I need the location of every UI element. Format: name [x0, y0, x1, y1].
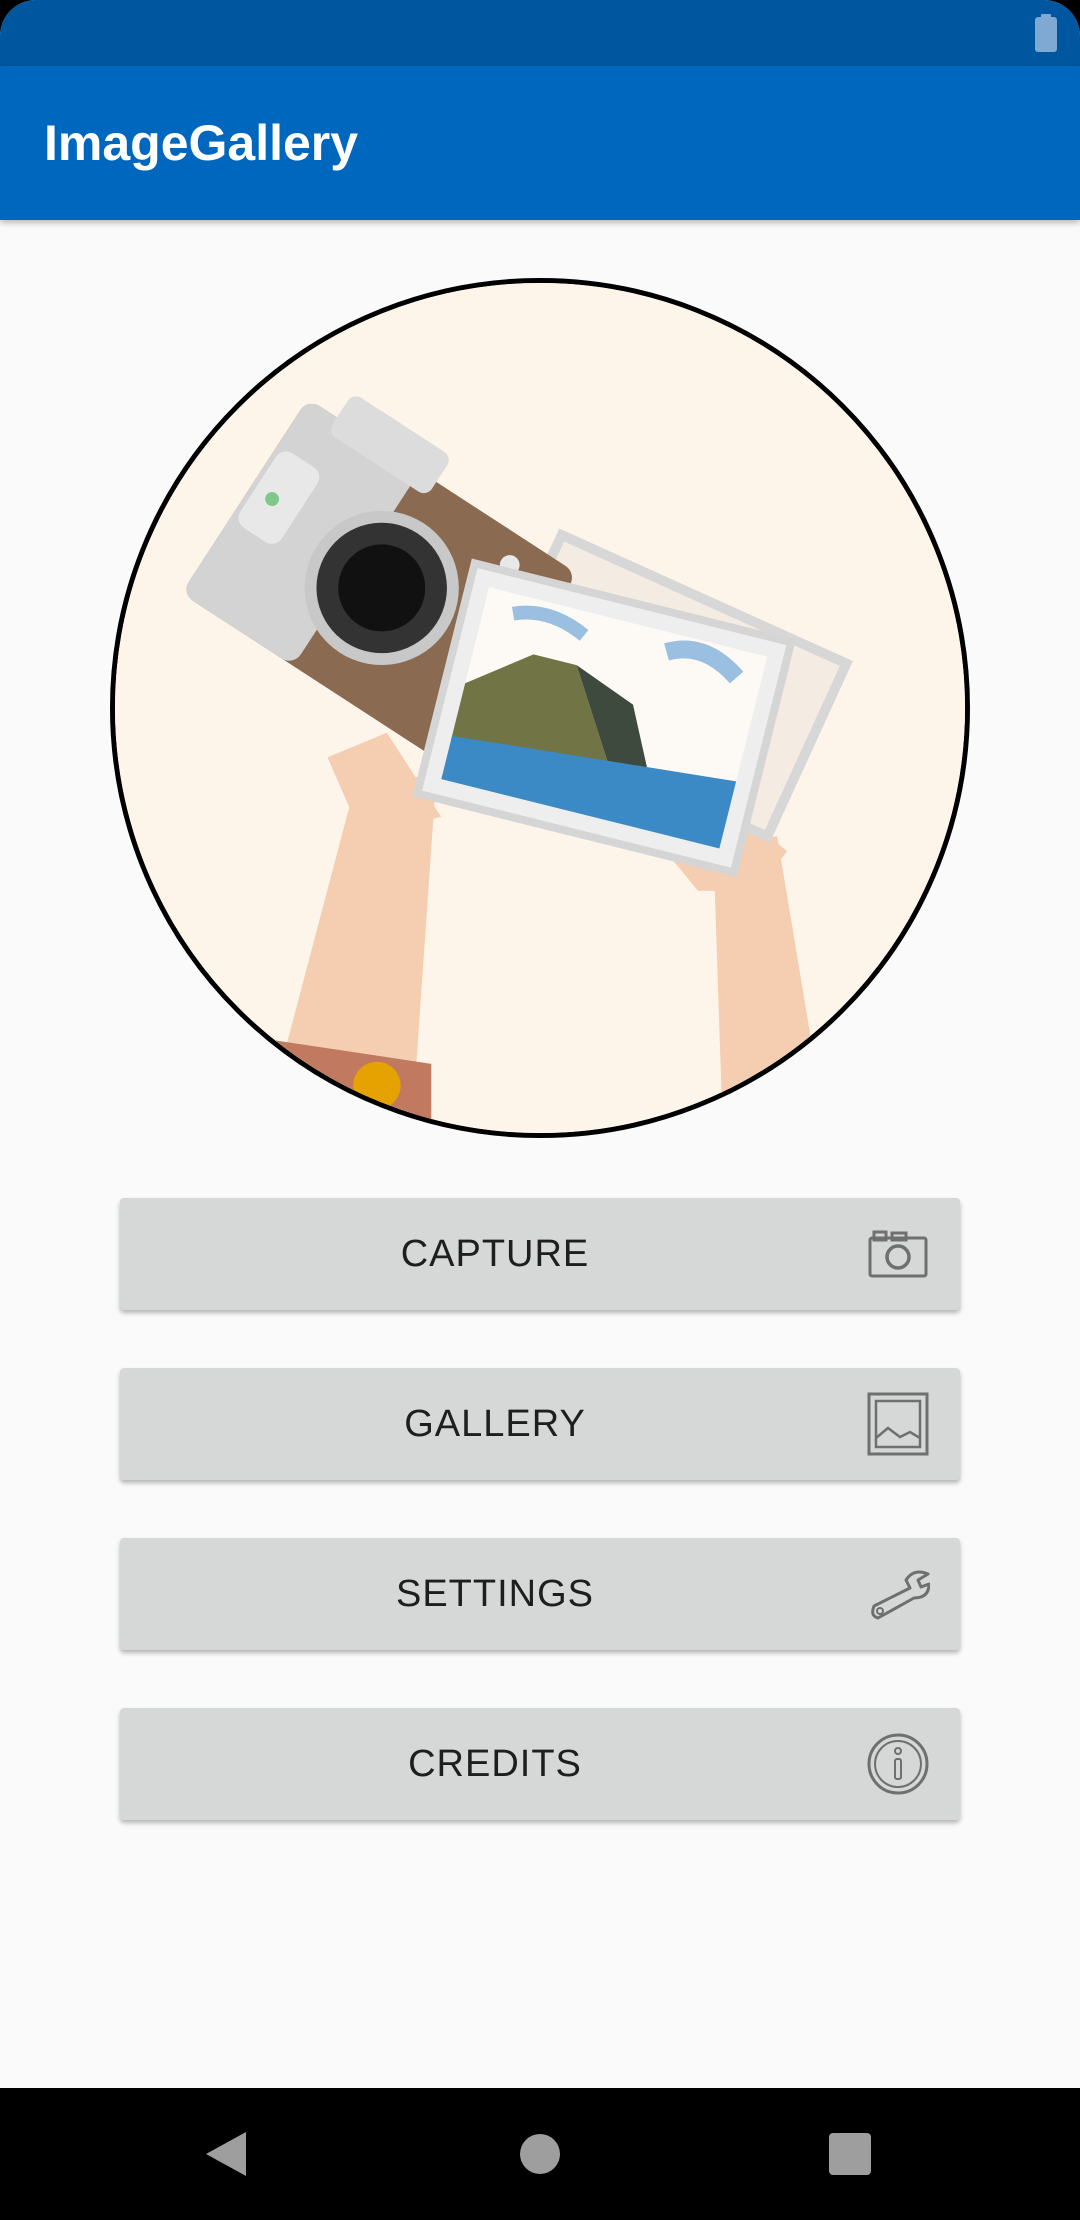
image-icon [867, 1392, 929, 1456]
wrench-icon [871, 1570, 930, 1620]
gallery-label: GALLERY [404, 1403, 586, 1445]
app-screen: ImageGallery CAPTURE GALLERY SETTINGS CR… [0, 0, 1080, 2088]
camera-and-photos-illustration [115, 283, 965, 1133]
camera-icon [868, 1230, 928, 1278]
capture-button[interactable]: CAPTURE [120, 1198, 960, 1310]
recents-icon[interactable] [822, 2126, 878, 2182]
back-icon[interactable] [198, 2126, 254, 2182]
info-icon [867, 1733, 929, 1795]
settings-button[interactable]: SETTINGS [120, 1538, 960, 1650]
app-bar: ImageGallery [0, 66, 1080, 220]
gallery-button[interactable]: GALLERY [120, 1368, 960, 1480]
status-bar [0, 0, 1080, 66]
settings-label: SETTINGS [395, 1573, 595, 1615]
home-icon[interactable] [512, 2126, 568, 2182]
battery-icon [1035, 14, 1057, 52]
capture-label: CAPTURE [400, 1233, 590, 1275]
hero-illustration [110, 278, 970, 1138]
credits-button[interactable]: CREDITS [120, 1708, 960, 1820]
app-title: ImageGallery [44, 115, 359, 171]
credits-label: CREDITS [408, 1743, 582, 1785]
navigation-bar [0, 2088, 1080, 2220]
